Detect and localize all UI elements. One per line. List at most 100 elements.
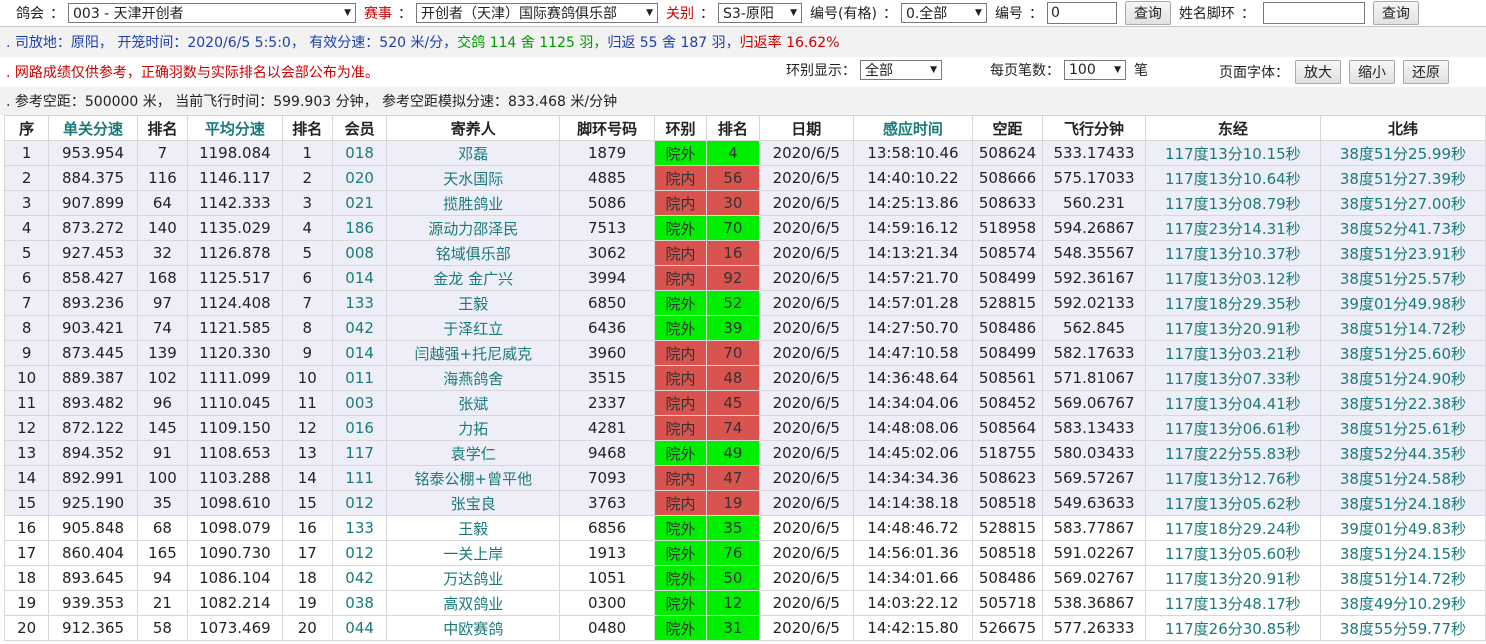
- cell-longitude[interactable]: 117度13分08.79秒: [1144, 190, 1321, 216]
- cell-owner[interactable]: 万达鸽业: [386, 565, 561, 591]
- cell-member[interactable]: 003: [331, 390, 388, 416]
- col-ring-type[interactable]: 环别: [653, 115, 708, 141]
- reset-button[interactable]: 还原: [1403, 60, 1449, 84]
- cell-owner[interactable]: 揽胜鸽业: [386, 190, 561, 216]
- col-ring-number[interactable]: 脚环号码: [559, 115, 655, 141]
- cell-latitude[interactable]: 38度51分25.99秒: [1319, 140, 1486, 166]
- zoom-in-button[interactable]: 放大: [1295, 60, 1341, 84]
- cell-longitude[interactable]: 117度13分20.91秒: [1144, 315, 1321, 341]
- cell-member[interactable]: 018: [331, 140, 388, 166]
- cell-longitude[interactable]: 117度13分12.76秒: [1144, 465, 1321, 491]
- cell-latitude[interactable]: 38度51分14.72秒: [1319, 315, 1486, 341]
- cell-member[interactable]: 042: [331, 565, 388, 591]
- cell-latitude[interactable]: 38度51分25.61秒: [1319, 415, 1486, 441]
- cell-latitude[interactable]: 38度51分27.39秒: [1319, 165, 1486, 191]
- cell-latitude[interactable]: 38度55分59.77秒: [1319, 615, 1486, 641]
- cell-member[interactable]: 038: [331, 590, 388, 616]
- cell-member[interactable]: 021: [331, 190, 388, 216]
- number-select[interactable]: 0.全部 ▼: [900, 3, 987, 23]
- cell-owner[interactable]: 于泽红立: [386, 315, 561, 341]
- col-latitude[interactable]: 北纬: [1319, 115, 1486, 141]
- cell-longitude[interactable]: 117度13分20.91秒: [1144, 565, 1321, 591]
- cell-member[interactable]: 111: [331, 465, 388, 491]
- cell-latitude[interactable]: 38度51分24.18秒: [1319, 490, 1486, 516]
- cell-latitude[interactable]: 38度51分22.38秒: [1319, 390, 1486, 416]
- cell-owner[interactable]: 铭泰公棚+曾平他: [386, 465, 561, 491]
- cell-latitude[interactable]: 38度52分44.35秒: [1319, 440, 1486, 466]
- col-flight-minutes[interactable]: 飞行分钟: [1042, 115, 1146, 141]
- cell-member[interactable]: 020: [331, 165, 388, 191]
- query-name-button[interactable]: 查询: [1372, 1, 1419, 25]
- cell-longitude[interactable]: 117度13分06.61秒: [1144, 415, 1321, 441]
- cell-owner[interactable]: 王毅: [386, 290, 561, 316]
- cell-owner[interactable]: 金龙 金广兴: [386, 265, 561, 291]
- cell-member[interactable]: 133: [331, 515, 388, 541]
- cell-latitude[interactable]: 38度49分10.29秒: [1319, 590, 1486, 616]
- cell-member[interactable]: 008: [331, 240, 388, 266]
- cell-longitude[interactable]: 117度26分30.85秒: [1144, 615, 1321, 641]
- col-sensor-time[interactable]: 感应时间: [853, 115, 973, 141]
- col-longitude[interactable]: 东经: [1144, 115, 1321, 141]
- cell-longitude[interactable]: 117度13分10.15秒: [1144, 140, 1321, 166]
- cell-longitude[interactable]: 117度13分10.37秒: [1144, 240, 1321, 266]
- cell-longitude[interactable]: 117度13分05.60秒: [1144, 540, 1321, 566]
- cell-member[interactable]: 186: [331, 215, 388, 241]
- cell-member[interactable]: 042: [331, 315, 388, 341]
- cell-latitude[interactable]: 38度51分27.00秒: [1319, 190, 1486, 216]
- cell-latitude[interactable]: 38度51分25.57秒: [1319, 265, 1486, 291]
- cell-member[interactable]: 044: [331, 615, 388, 641]
- stage-select[interactable]: S3-原阳 ▼: [718, 3, 802, 23]
- cell-owner[interactable]: 袁学仁: [386, 440, 561, 466]
- cell-member[interactable]: 014: [331, 265, 388, 291]
- cell-owner[interactable]: 天水国际: [386, 165, 561, 191]
- cell-latitude[interactable]: 38度51分25.60秒: [1319, 340, 1486, 366]
- col-avg-speed[interactable]: 平均分速: [187, 115, 283, 141]
- cell-latitude[interactable]: 38度52分41.73秒: [1319, 215, 1486, 241]
- cell-owner[interactable]: 铭域俱乐部: [386, 240, 561, 266]
- cell-longitude[interactable]: 117度13分07.33秒: [1144, 365, 1321, 391]
- cell-longitude[interactable]: 117度13分03.21秒: [1144, 340, 1321, 366]
- cell-latitude[interactable]: 39度01分49.83秒: [1319, 515, 1486, 541]
- cell-owner[interactable]: 高双鸽业: [386, 590, 561, 616]
- col-speed[interactable]: 单关分速: [48, 115, 138, 141]
- ring-display-select[interactable]: 全部 ▼: [860, 60, 942, 80]
- col-avg-rank[interactable]: 排名: [281, 115, 333, 141]
- cell-latitude[interactable]: 38度51分24.58秒: [1319, 465, 1486, 491]
- cell-latitude[interactable]: 38度51分24.15秒: [1319, 540, 1486, 566]
- col-rank[interactable]: 排名: [136, 115, 189, 141]
- per-page-select[interactable]: 100 ▼: [1064, 60, 1126, 80]
- col-distance[interactable]: 空距: [971, 115, 1044, 141]
- code-input[interactable]: 0: [1046, 2, 1117, 24]
- cell-latitude[interactable]: 38度51分14.72秒: [1319, 565, 1486, 591]
- cell-owner[interactable]: 中欧赛鸽: [386, 615, 561, 641]
- cell-longitude[interactable]: 117度13分04.41秒: [1144, 390, 1321, 416]
- col-owner[interactable]: 寄养人: [386, 115, 561, 141]
- cell-latitude[interactable]: 39度01分49.98秒: [1319, 290, 1486, 316]
- club-select[interactable]: 003 - 天津开创者 ▼: [68, 3, 356, 23]
- cell-owner[interactable]: 一关上岸: [386, 540, 561, 566]
- cell-member[interactable]: 012: [331, 540, 388, 566]
- col-seq[interactable]: 序: [3, 115, 50, 141]
- cell-owner[interactable]: 王毅: [386, 515, 561, 541]
- cell-owner[interactable]: 张斌: [386, 390, 561, 416]
- col-member[interactable]: 会员: [331, 115, 388, 141]
- cell-member[interactable]: 014: [331, 340, 388, 366]
- cell-latitude[interactable]: 38度51分23.91秒: [1319, 240, 1486, 266]
- cell-member[interactable]: 016: [331, 415, 388, 441]
- cell-member[interactable]: 117: [331, 440, 388, 466]
- cell-longitude[interactable]: 117度13分10.64秒: [1144, 165, 1321, 191]
- cell-owner[interactable]: 源动力邵泽民: [386, 215, 561, 241]
- name-ring-input[interactable]: [1262, 2, 1365, 24]
- race-select[interactable]: 开创者（天津）国际赛鸽俱乐部 ▼: [416, 3, 658, 23]
- zoom-out-button[interactable]: 缩小: [1349, 60, 1395, 84]
- cell-owner[interactable]: 海燕鸽舍: [386, 365, 561, 391]
- cell-member[interactable]: 012: [331, 490, 388, 516]
- cell-longitude[interactable]: 117度13分05.62秒: [1144, 490, 1321, 516]
- col-date[interactable]: 日期: [758, 115, 855, 141]
- cell-longitude[interactable]: 117度23分14.31秒: [1144, 215, 1321, 241]
- cell-owner[interactable]: 闫越强+托尼威克: [386, 340, 561, 366]
- col-type-rank[interactable]: 排名: [706, 115, 760, 141]
- cell-member[interactable]: 133: [331, 290, 388, 316]
- cell-longitude[interactable]: 117度18分29.35秒: [1144, 290, 1321, 316]
- cell-owner[interactable]: 邓磊: [386, 140, 561, 166]
